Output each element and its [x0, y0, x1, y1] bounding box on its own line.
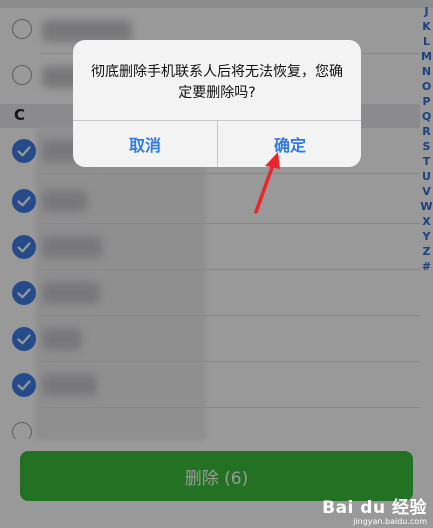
watermark-brand: Bai du 经验: [322, 498, 427, 518]
watermark: Bai du 经验 jingyan.baidu.com: [322, 493, 427, 526]
dialog-message: 彻底删除手机联系人后将无法恢复，您确定要删除吗?: [91, 64, 343, 101]
watermark-url: jingyan.baidu.com: [353, 517, 427, 526]
cancel-button[interactable]: 取消: [73, 121, 217, 167]
annotation-arrow-icon: [254, 152, 280, 214]
confirm-dialog: 彻底删除手机联系人后将无法恢复，您确定要删除吗? 取消 确定: [73, 40, 361, 167]
